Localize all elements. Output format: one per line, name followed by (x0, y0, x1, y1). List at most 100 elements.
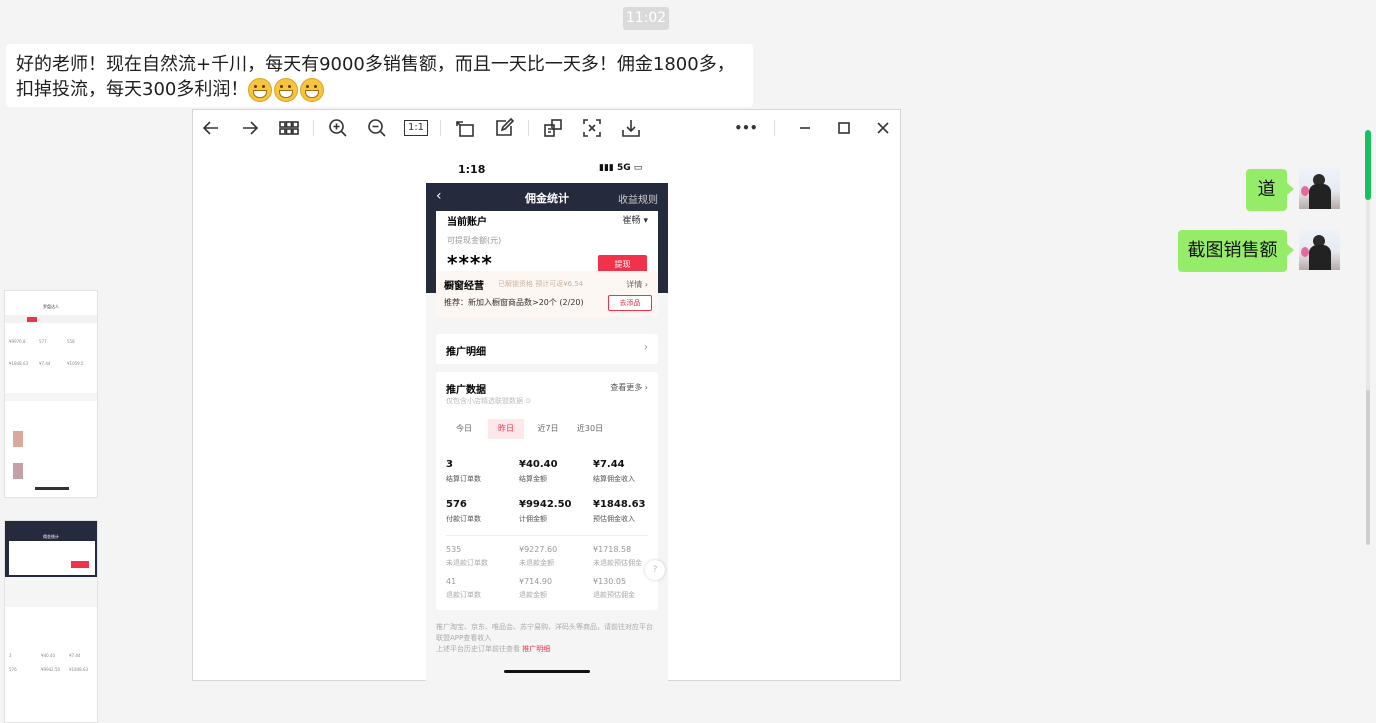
thumbnail-value: ¥7.44 (69, 653, 81, 658)
stat-label: 结算佣金收入 (593, 475, 635, 483)
zoom-out-icon[interactable] (365, 116, 389, 140)
stat-item: ¥7.44 结算佣金收入 (593, 459, 635, 484)
thumbnail-value: ¥1848.63 (9, 361, 29, 366)
thumbnail-2[interactable]: 佣金统计 3 ¥40.40 ¥7.44 576 ¥9942.50 ¥1848.6… (4, 520, 98, 723)
stat-label: 退款订单数 (446, 591, 481, 599)
thumbnail-value: ¥1059.5 (67, 361, 84, 366)
promo-data-more: 查看更多 › (610, 383, 648, 392)
stat-value: ¥40.40 (519, 459, 558, 470)
ocr-icon[interactable] (541, 116, 565, 140)
promo-data-card: 推广数据 查看更多 › 仅包含小店精选联盟数据 ⊙ 今日 昨日 近7日 近30日… (436, 372, 658, 610)
grinning-face-emoji-icon (300, 78, 325, 102)
stat-label: 付款订单数 (446, 515, 481, 523)
tab-today: 今日 (456, 424, 472, 433)
stat-value: ¥7.44 (593, 459, 625, 470)
outgoing-message-bubble[interactable]: 截图销售额 (1178, 230, 1294, 272)
stat-item: ¥130.05 退款预估佣金 (593, 577, 635, 600)
shop-sub: 已解锁资格 预计可返¥6.54 (498, 280, 584, 288)
stat-item: 576 付款订单数 (446, 499, 481, 524)
minimize-icon[interactable] (793, 116, 817, 140)
status-time: 1:18 (458, 163, 486, 176)
chevron-right-icon: › (644, 342, 648, 353)
stat-item: 41 退款订单数 (446, 577, 481, 600)
image-viewer-window: 1:1 ••• 1:18 ▮▮▮ 5G ▭ ‹ 佣金统计 收益规则 当前账户 崔… (192, 109, 901, 681)
actual-size-icon[interactable]: 1:1 (403, 116, 429, 140)
maximize-icon[interactable] (832, 116, 856, 140)
promo-detail-card: 推广明细 › (436, 334, 658, 364)
account-label: 当前账户 (447, 217, 487, 228)
stat-value: ¥9942.50 (519, 499, 572, 510)
stat-value: ¥9227.60 (519, 545, 558, 554)
thumbnail-title: 佣金统计 (43, 534, 59, 539)
actual-size-label: 1:1 (403, 120, 429, 136)
thumbnail-value: ¥9942.50 (41, 667, 61, 672)
stat-item: ¥714.90 退款金额 (519, 577, 552, 600)
stat-value: ¥1848.63 (593, 499, 646, 510)
avatar[interactable] (1299, 168, 1340, 209)
stat-value: ¥130.05 (593, 577, 627, 586)
thumbnail-value: ¥40.40 (41, 653, 55, 658)
promo-detail-label: 推广明细 (446, 347, 486, 358)
thumbnail-1[interactable]: 罗盘达人 ¥9976.8 577 558 ¥1848.63 ¥7.44 ¥105… (4, 290, 98, 498)
back-arrow-icon[interactable] (199, 116, 223, 140)
footer-link: 推广明细 (522, 645, 551, 653)
grinning-face-emoji-icon (248, 78, 273, 102)
account-name: 崔畅 ▾ (622, 216, 648, 226)
grid-icon[interactable] (277, 116, 301, 140)
stat-label: 预估佣金收入 (593, 515, 635, 523)
more-icon[interactable]: ••• (734, 116, 758, 140)
zoom-in-icon[interactable] (326, 116, 350, 140)
tab-30days: 近30日 (576, 424, 604, 433)
stat-label: 未退款订单数 (446, 559, 488, 567)
message-timestamp: 11:02 (623, 7, 669, 30)
shop-tip: 推荐：新加入橱窗商品数>20个 (2/20) (444, 298, 584, 307)
shop-title: 橱窗经营 (444, 281, 484, 292)
thumbnail-title: 罗盘达人 (43, 304, 59, 309)
rotate-icon[interactable] (453, 116, 477, 140)
download-icon[interactable] (619, 116, 643, 140)
stat-label: 退款预估佣金 (593, 591, 635, 599)
thumbnail-value: 3 (9, 653, 12, 658)
phone-header-right: 收益规则 (618, 195, 658, 206)
shop-card: 橱窗经营 已解锁资格 预计可返¥6.54 详情 › 推荐：新加入橱窗商品数>20… (436, 271, 658, 317)
avatar[interactable] (1299, 229, 1340, 270)
incoming-message-bubble[interactable]: 好的老师！现在自然流+千川，每天有9000多销售额，而且一天比一天多！佣金180… (6, 44, 753, 107)
thumbnail-value: ¥9976.8 (9, 339, 26, 344)
stat-value: 535 (446, 545, 462, 554)
viewer-toolbar: 1:1 ••• (193, 110, 900, 146)
footer-link-prefix: 上述平台历史订单前往查看 (436, 645, 520, 653)
stat-label: 结算金额 (519, 475, 547, 483)
scrollbar-indicator[interactable] (1365, 130, 1371, 200)
incoming-message-text: 好的老师！现在自然流+千川，每天有9000多销售额，而且一天比一天多！佣金180… (16, 54, 735, 100)
close-icon[interactable] (871, 116, 895, 140)
stat-value: ¥1718.58 (593, 545, 632, 554)
shop-button: 去添品 (608, 295, 652, 311)
phone-header: ‹ 佣金统计 收益规则 (426, 183, 668, 211)
stat-item: ¥40.40 结算金额 (519, 459, 558, 484)
phone-status-bar: 1:18 ▮▮▮ 5G ▭ (426, 156, 668, 183)
stat-label: 结算订单数 (446, 475, 481, 483)
stat-value: 41 (446, 577, 457, 586)
outgoing-message-text: 截图销售额 (1187, 240, 1278, 261)
stat-item: 3 结算订单数 (446, 459, 481, 484)
stat-value: 576 (446, 499, 467, 510)
stat-label: 退款金额 (519, 591, 547, 599)
scrollbar-thumb[interactable] (1366, 390, 1370, 545)
status-network: 5G (617, 163, 631, 173)
stat-value: ¥714.90 (519, 577, 553, 586)
edit-icon[interactable] (492, 116, 516, 140)
stat-item: ¥9227.60 未退款金额 (519, 545, 557, 568)
home-indicator (504, 670, 590, 673)
grinning-face-emoji-icon (274, 78, 299, 102)
help-icon: ? (645, 560, 665, 580)
stat-item: 535 未退款订单数 (446, 545, 488, 568)
phone-screenshot: 1:18 ▮▮▮ 5G ▭ ‹ 佣金统计 收益规则 当前账户 崔畅 ▾ 可提现金… (426, 156, 668, 681)
status-signal: ▮▮▮ 5G ▭ (599, 163, 643, 173)
thumbnail-value: ¥7.44 (39, 361, 51, 366)
thumbnail-value: ¥1848.63 (69, 667, 89, 672)
screenshot-icon[interactable] (580, 116, 604, 140)
promo-data-sub: 仅包含小店精选联盟数据 ⊙ (446, 397, 532, 405)
forward-arrow-icon[interactable] (238, 116, 262, 140)
stat-label: 计佣金额 (519, 515, 547, 523)
outgoing-message-bubble[interactable]: 道 (1246, 169, 1294, 211)
